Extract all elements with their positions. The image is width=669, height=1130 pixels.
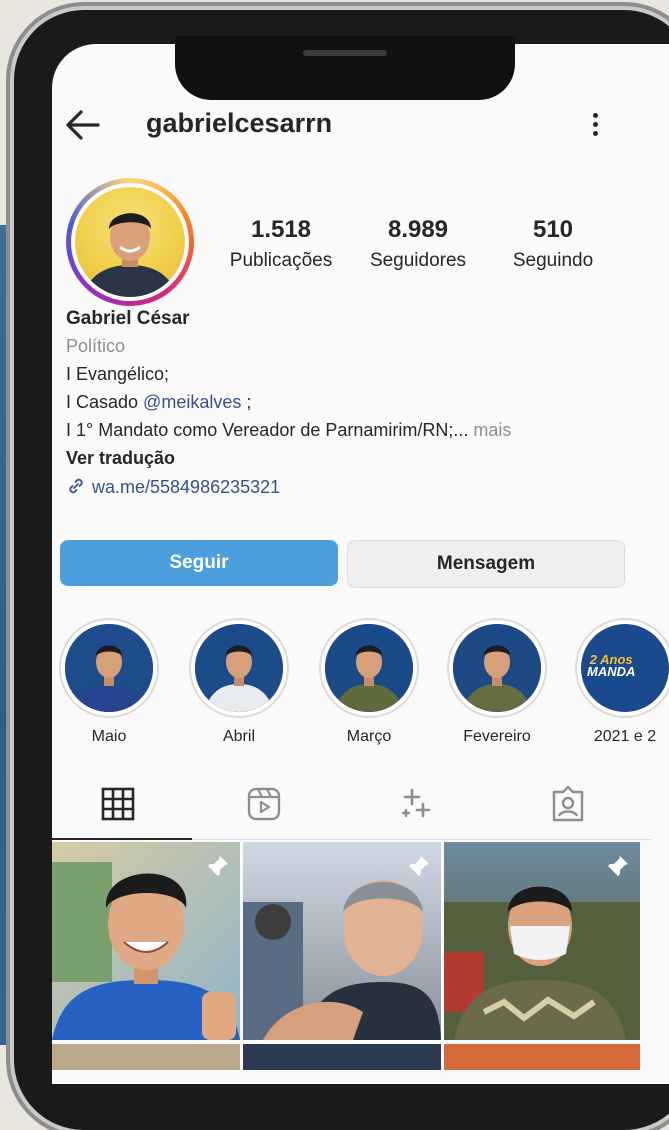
active-tab-indicator xyxy=(52,838,192,840)
posts-value: 1.518 xyxy=(250,216,312,243)
follow-button[interactable]: Seguir xyxy=(60,540,338,586)
highlight-cover xyxy=(453,624,541,712)
link-icon xyxy=(69,478,83,494)
phone-speaker xyxy=(303,50,387,56)
profile-name: Gabriel César xyxy=(66,308,190,329)
post-thumbnail[interactable] xyxy=(243,1044,441,1070)
highlight-item[interactable]: Março xyxy=(318,618,420,746)
highlight-item[interactable]: Fevereiro xyxy=(446,618,548,746)
bio-line-1: I Evangélico; xyxy=(66,364,170,384)
highlight-item[interactable]: Abril xyxy=(188,618,290,746)
following-label: Seguindo xyxy=(512,250,594,271)
highlight-label: Fevereiro xyxy=(463,728,531,745)
profile-category: Político xyxy=(66,336,126,356)
website-link[interactable]: wa.me/5584986235321 xyxy=(66,476,280,498)
back-arrow-icon[interactable] xyxy=(64,108,102,142)
avatar xyxy=(75,187,185,297)
pin-icon xyxy=(608,856,628,876)
grid-icon[interactable] xyxy=(98,784,138,824)
highlight-cover xyxy=(195,624,283,712)
highlight-item[interactable]: Maio xyxy=(58,618,160,746)
highlight-cover xyxy=(325,624,413,712)
bio-mention-link[interactable]: @meikalves xyxy=(143,392,241,412)
profile-username: gabrielcesarrn xyxy=(146,108,333,138)
bio-line-3-text: I 1° Mandato como Vereador de Parnamirim… xyxy=(66,420,469,440)
highlight-label: Maio xyxy=(91,728,127,745)
post-thumbnail[interactable] xyxy=(52,1044,240,1070)
bio-line-2: I Casado @meikalves ; xyxy=(66,392,251,413)
bio-more-link[interactable]: mais xyxy=(468,420,511,440)
post-thumbnail[interactable] xyxy=(52,842,240,1040)
followers-label: Seguidores xyxy=(369,250,467,271)
followers-count[interactable]: 8.989 Seguidores xyxy=(362,216,474,272)
highlight-label: 2021 e 2 xyxy=(593,728,657,745)
following-value: 510 xyxy=(532,216,574,243)
translate-link[interactable]: Ver tradução xyxy=(66,448,175,469)
post-thumbnail[interactable] xyxy=(243,842,441,1040)
posts-count[interactable]: 1.518 Publicações xyxy=(222,216,340,272)
tagged-icon[interactable] xyxy=(548,784,588,824)
message-button[interactable]: Mensagem xyxy=(347,540,625,588)
bio-line-2-suffix: ; xyxy=(241,392,252,412)
sparkles-icon[interactable] xyxy=(396,784,436,824)
more-options-icon[interactable] xyxy=(588,110,602,142)
posts-label: Publicações xyxy=(229,250,333,271)
highlight-cover xyxy=(65,624,153,712)
website-link-text: wa.me/5584986235321 xyxy=(92,477,281,497)
post-thumbnail[interactable] xyxy=(444,1044,640,1070)
bio-line-2-text: I Casado xyxy=(66,392,144,412)
highlight-item[interactable]: 2 Anos MANDA 2021 e 2 xyxy=(574,618,669,746)
reels-icon[interactable] xyxy=(244,784,284,824)
pin-icon xyxy=(409,856,429,876)
following-count[interactable]: 510 Seguindo xyxy=(500,216,606,272)
followers-value: 8.989 xyxy=(387,216,449,243)
highlight-label: Março xyxy=(346,728,392,745)
highlight-label: Abril xyxy=(222,728,255,745)
post-thumbnail[interactable] xyxy=(444,842,640,1040)
pin-icon xyxy=(208,856,228,876)
highlight-badge-line-2: MANDA xyxy=(587,664,636,679)
bio-line-3: I 1° Mandato como Vereador de Parnamirim… xyxy=(66,420,511,441)
avatar-story-ring[interactable] xyxy=(66,178,194,306)
highlight-cover: 2 Anos MANDA xyxy=(581,624,669,712)
phone-notch xyxy=(175,36,515,100)
